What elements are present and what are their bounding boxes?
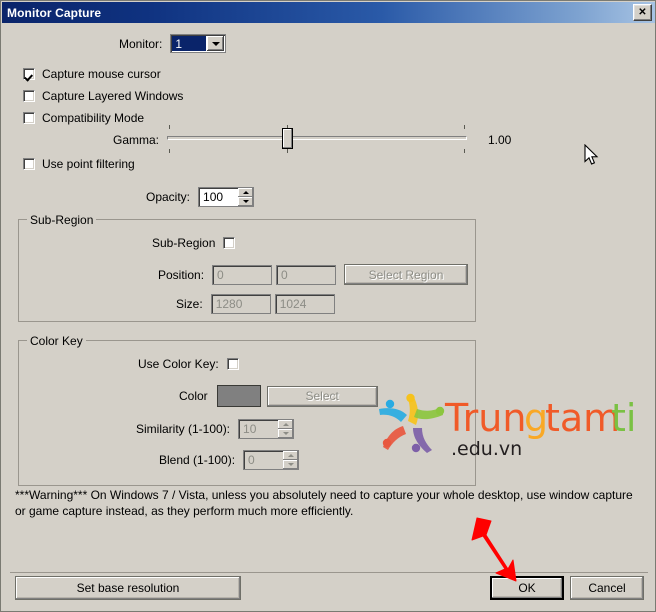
position-x-input: 0 — [212, 265, 272, 285]
stepper-up-icon — [283, 451, 298, 460]
triangle-up-glyph — [243, 191, 249, 194]
checkbox-use-point-filtering[interactable]: Use point filtering — [23, 157, 135, 171]
stepper-down-icon — [278, 429, 293, 438]
checkbox-use-color-key[interactable]: Use Color Key: — [138, 357, 239, 371]
stepper-down-icon — [283, 460, 298, 469]
color-row: Color Select — [179, 385, 378, 407]
similarity-stepper: 10 — [238, 419, 294, 439]
opacity-input[interactable]: 100 — [198, 187, 238, 207]
triangle-down-glyph — [283, 432, 289, 435]
checkbox-box[interactable] — [227, 358, 239, 370]
slider-thumb[interactable] — [282, 128, 293, 149]
close-icon[interactable]: ✕ — [633, 4, 652, 21]
checkbox-box[interactable] — [23, 158, 35, 170]
checkbox-label: Use point filtering — [42, 157, 135, 171]
triangle-down-glyph — [243, 200, 249, 203]
select-region-button: Select Region — [344, 264, 468, 285]
similarity-input: 10 — [238, 419, 278, 439]
checkbox-sub-region[interactable]: Sub-Region — [152, 236, 235, 250]
chevron-down-icon[interactable] — [207, 36, 224, 51]
checkbox-label: Capture Layered Windows — [42, 89, 183, 103]
footer-divider — [10, 572, 648, 573]
stepper-up-icon[interactable] — [238, 188, 253, 197]
blend-input: 0 — [243, 450, 283, 470]
similarity-label: Similarity (1-100): — [136, 422, 230, 436]
checkbox-label: Compatibility Mode — [42, 111, 144, 125]
triangle-up-glyph — [283, 423, 289, 426]
checkbox-box[interactable] — [23, 68, 35, 80]
size-row: Size: 1280 1024 — [176, 294, 335, 314]
position-label: Position: — [158, 268, 204, 282]
color-label: Color — [179, 389, 208, 403]
opacity-row: Opacity: 100 — [146, 187, 254, 207]
blend-stepper: 0 — [243, 450, 299, 470]
dialog-client-area: Monitor: 1 Capture mouse cursor Capture … — [2, 23, 656, 611]
gamma-label-wrap: Gamma: — [113, 133, 159, 147]
slider-tick-max-bottom — [464, 149, 465, 153]
color-key-group: Color Key Use Color Key: Color Select Si… — [18, 340, 476, 486]
opacity-stepper[interactable]: 100 — [198, 187, 254, 207]
triangle-down-glyph — [212, 42, 220, 46]
set-base-resolution-button[interactable]: Set base resolution — [15, 576, 241, 600]
slider-tick-max-top — [464, 125, 465, 129]
triangle-up-glyph — [288, 454, 294, 457]
opacity-stepper-buttons[interactable] — [238, 187, 254, 207]
position-y-input: 0 — [276, 265, 336, 285]
use-color-key-label: Use Color Key: — [138, 357, 219, 371]
color-key-group-title: Color Key — [27, 334, 86, 348]
checkbox-label: Capture mouse cursor — [42, 67, 161, 81]
gamma-slider[interactable] — [167, 124, 467, 154]
size-width-input: 1280 — [211, 294, 271, 314]
blend-stepper-buttons — [283, 450, 299, 470]
size-label: Size: — [176, 297, 203, 311]
checkbox-box[interactable] — [23, 90, 35, 102]
ok-button[interactable]: OK — [490, 576, 564, 600]
checkbox-capture-layered-windows[interactable]: Capture Layered Windows — [23, 89, 183, 103]
select-color-button: Select — [267, 386, 378, 407]
monitor-label: Monitor: — [119, 37, 162, 51]
triangle-down-glyph — [288, 463, 294, 466]
stepper-down-icon[interactable] — [238, 197, 253, 206]
similarity-row: Similarity (1-100): 10 — [136, 419, 294, 439]
monitor-select-value: 1 — [172, 36, 206, 51]
opacity-label: Opacity: — [146, 190, 190, 204]
title-bar: Monitor Capture ✕ — [2, 2, 656, 23]
slider-track[interactable] — [167, 136, 467, 140]
monitor-capture-dialog: Monitor Capture ✕ Monitor: 1 Capture mou… — [0, 0, 656, 612]
checkbox-box[interactable] — [23, 112, 35, 124]
sub-region-group: Sub-Region Sub-Region Position: 0 0 Sele… — [18, 219, 476, 322]
sub-region-checkbox-label: Sub-Region — [152, 236, 215, 250]
gamma-value-wrap: 1.00 — [488, 133, 511, 147]
slider-tick-mid-bottom — [287, 149, 288, 153]
blend-row: Blend (1-100): 0 — [159, 450, 299, 470]
stepper-up-icon — [278, 420, 293, 429]
sub-region-group-title: Sub-Region — [27, 213, 96, 227]
checkbox-capture-mouse-cursor[interactable]: Capture mouse cursor — [23, 67, 161, 81]
checkbox-compatibility-mode[interactable]: Compatibility Mode — [23, 111, 144, 125]
blend-label: Blend (1-100): — [159, 453, 235, 467]
position-row: Position: 0 0 Select Region — [158, 264, 468, 285]
color-swatch[interactable] — [217, 385, 261, 407]
gamma-value: 1.00 — [488, 133, 511, 147]
window-title: Monitor Capture — [7, 6, 101, 20]
size-height-input: 1024 — [275, 294, 335, 314]
monitor-row: Monitor: 1 — [119, 34, 226, 53]
checkbox-box[interactable] — [223, 237, 235, 249]
warning-text: ***Warning*** On Windows 7 / Vista, unle… — [15, 487, 641, 519]
monitor-select[interactable]: 1 — [170, 34, 226, 53]
slider-tick-min-top — [169, 125, 170, 129]
similarity-stepper-buttons — [278, 419, 294, 439]
slider-tick-min-bottom — [169, 149, 170, 153]
gamma-label: Gamma: — [113, 133, 159, 147]
cancel-button[interactable]: Cancel — [570, 576, 644, 600]
